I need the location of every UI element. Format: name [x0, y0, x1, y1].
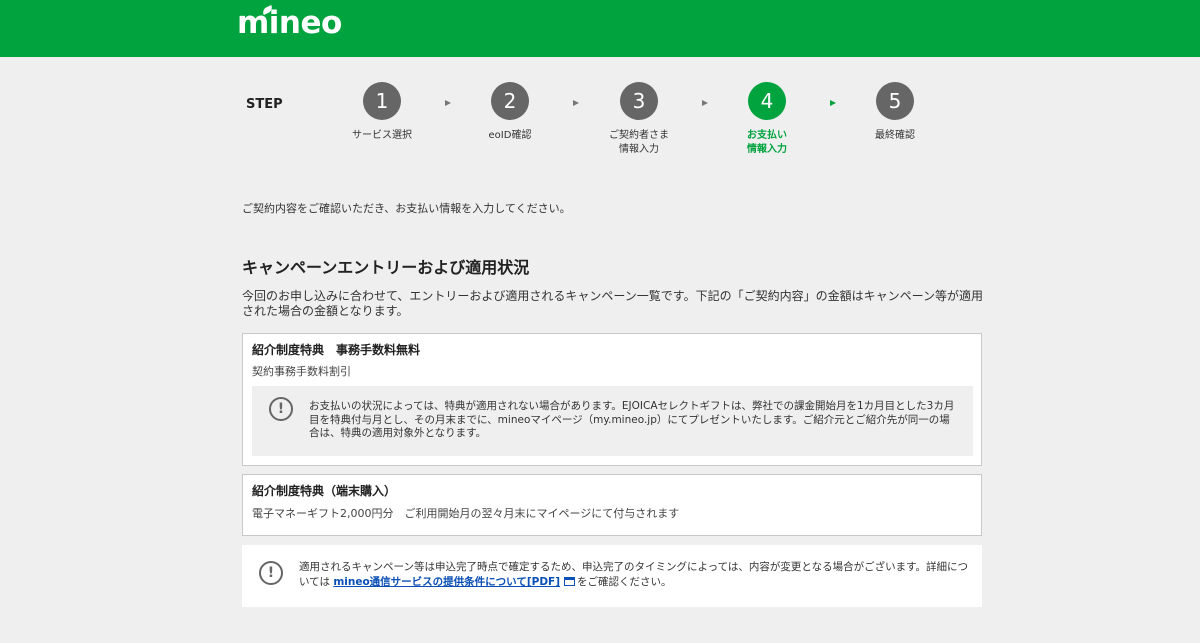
exclamation-circle-icon: !: [259, 561, 283, 585]
campaign-section-title: キャンペーンエントリーおよび適用状況: [242, 258, 530, 277]
campaign-item-fee-waiver: 紹介制度特典 事務手数料無料 契約事務手数料割引 ! お支払いの状況によっては、…: [242, 333, 982, 466]
step-arrow-icon: [573, 100, 579, 106]
footer-note-text-after: をご確認ください。: [577, 576, 672, 588]
step-3: 3 ご契約者さま 情報入力: [589, 82, 689, 157]
campaign-item-title: 紹介制度特典（端末購入）: [252, 484, 397, 498]
step-2-label: eoID確認: [488, 130, 532, 141]
step-label: STEP: [246, 97, 283, 112]
step-2-number: 2: [491, 82, 529, 120]
campaign-notice: ! お支払いの状況によっては、特典が適用されない場合があります。EJOICAセレ…: [252, 386, 973, 456]
step-arrow-icon: [702, 100, 708, 106]
campaign-item-title: 紹介制度特典 事務手数料無料: [252, 343, 421, 357]
terms-pdf-link[interactable]: mineo通信サービスの提供条件について[PDF]: [333, 576, 560, 588]
step-4-current: 4 お支払い 情報入力: [717, 82, 817, 157]
step-3-label: ご契約者さま 情報入力: [609, 130, 669, 155]
step-2: 2 eoID確認: [460, 82, 560, 143]
campaign-notice-text: お支払いの状況によっては、特典が適用されない場合があります。EJOICAセレクト…: [309, 400, 955, 439]
footer-note-text: 適用されるキャンペーン等は申込完了時点で確定するため、申込完了のタイミングによっ…: [299, 560, 969, 590]
campaign-section-description: 今回のお申し込みに合わせて、エントリーおよび適用されるキャンペーン一覧です。下記…: [242, 289, 984, 318]
step-3-number: 3: [620, 82, 658, 120]
step-arrow-icon: [830, 100, 836, 106]
external-window-icon: [564, 577, 576, 586]
campaign-item-subtitle: 契約事務手数料割引: [252, 365, 351, 378]
campaign-item-subtitle: 電子マネーギフト2,000円分 ご利用開始月の翌々月末にマイページにて付与されま…: [252, 507, 680, 520]
footer-note: ! 適用されるキャンペーン等は申込完了時点で確定するため、申込完了のタイミングに…: [242, 545, 982, 607]
step-1: 1 サービス選択: [332, 82, 432, 143]
step-5-number: 5: [876, 82, 914, 120]
step-1-number: 1: [363, 82, 401, 120]
exclamation-circle-icon: !: [269, 397, 293, 421]
campaign-item-device-purchase: 紹介制度特典（端末購入） 電子マネーギフト2,000円分 ご利用開始月の翌々月末…: [242, 474, 982, 536]
site-header: mineo: [0, 0, 1200, 57]
step-4-number: 4: [748, 82, 786, 120]
intro-text: ご契約内容をご確認いただき、お支払い情報を入力してください。: [242, 202, 571, 215]
step-1-label: サービス選択: [352, 130, 412, 141]
step-arrow-icon: [445, 100, 451, 106]
step-4-label: お支払い 情報入力: [747, 130, 787, 155]
step-5: 5 最終確認: [845, 82, 945, 143]
step-5-label: 最終確認: [875, 130, 915, 141]
mineo-logo[interactable]: mineo: [237, 5, 342, 41]
